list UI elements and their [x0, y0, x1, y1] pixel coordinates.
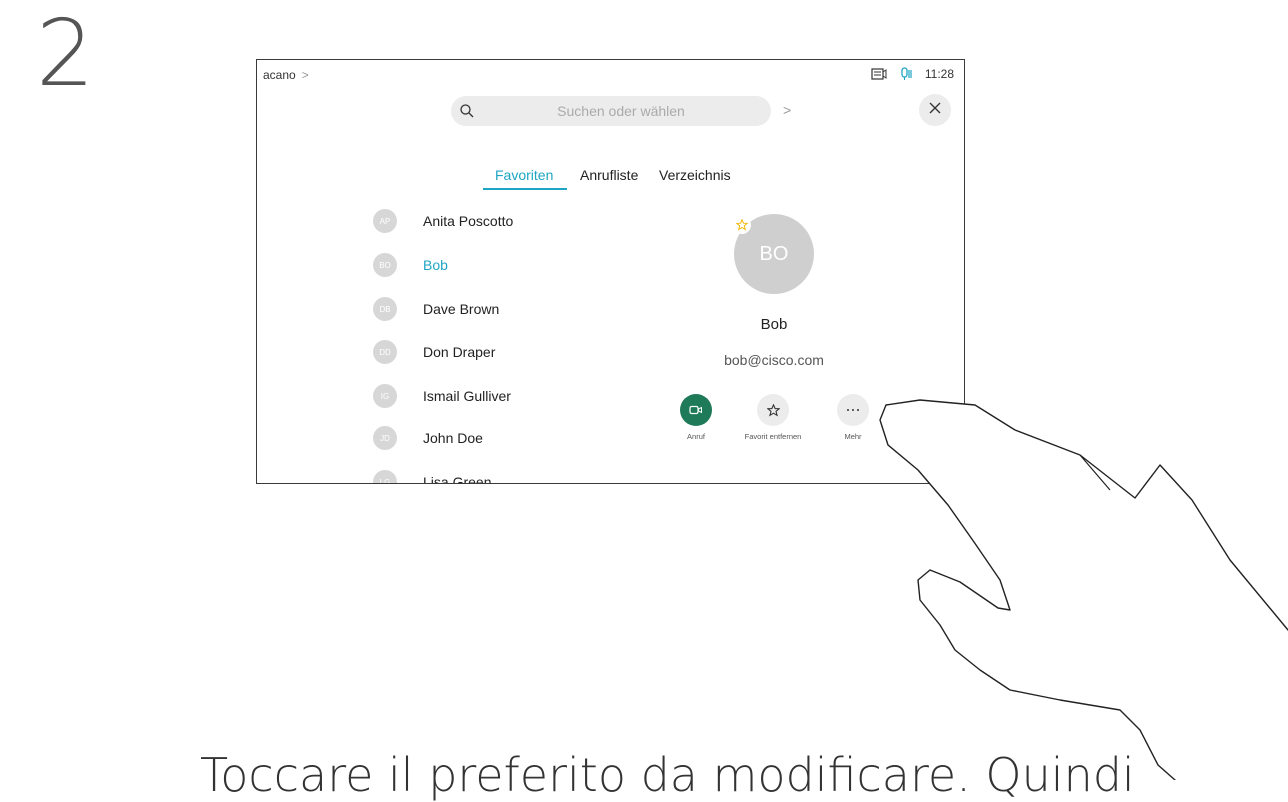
pointing-hand-icon	[879, 399, 1288, 780]
